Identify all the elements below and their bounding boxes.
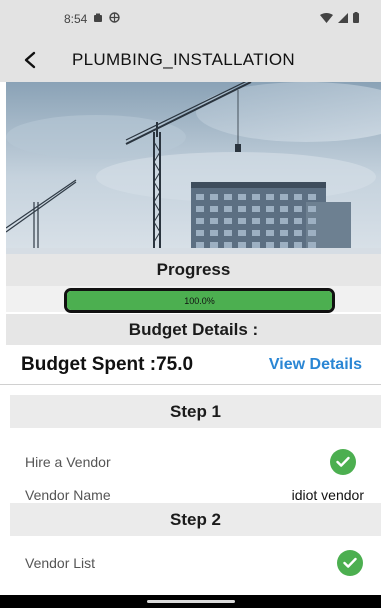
home-gesture-pill[interactable] xyxy=(146,600,235,603)
progress-bar: 100.0% xyxy=(64,288,335,313)
back-chevron-icon xyxy=(24,51,36,69)
status-time: 8:54 xyxy=(64,12,88,26)
app-bar: PLUMBING_INSTALLATION xyxy=(0,38,381,82)
budget-row: Budget Spent :75.0 View Details xyxy=(0,345,381,385)
notification-icon xyxy=(93,12,103,26)
system-nav-bar xyxy=(0,595,381,608)
progress-heading: Progress xyxy=(6,254,381,286)
construction-crane-building-image xyxy=(6,82,381,254)
battery-icon xyxy=(353,12,359,26)
vendor-list-label: Vendor List xyxy=(25,555,96,571)
status-left: 8:54 xyxy=(64,12,121,26)
page-title: PLUMBING_INSTALLATION xyxy=(72,50,295,69)
step-1-header: Step 1 xyxy=(10,395,381,428)
step-2-header: Step 2 xyxy=(10,503,381,536)
vendor-name-label: Vendor Name xyxy=(25,487,111,503)
vendor-name-value: idiot vendor xyxy=(291,487,364,503)
view-details-link[interactable]: View Details xyxy=(269,356,362,374)
signal-icon xyxy=(338,12,348,26)
wifi-icon xyxy=(320,12,333,26)
budget-heading: Budget Details : xyxy=(6,314,381,345)
hire-vendor-label: Hire a Vendor xyxy=(25,454,111,470)
back-button[interactable] xyxy=(8,38,52,82)
progress-section: 100.0% xyxy=(6,286,381,313)
vpn-icon xyxy=(109,12,121,26)
progress-label: 100.0% xyxy=(184,295,215,306)
vendor-list-check-icon[interactable] xyxy=(337,550,363,576)
hire-vendor-check-icon[interactable] xyxy=(330,449,356,475)
status-bar: 8:54 xyxy=(0,0,381,38)
budget-spent: Budget Spent :75.0 xyxy=(21,353,194,375)
status-right xyxy=(320,12,359,26)
